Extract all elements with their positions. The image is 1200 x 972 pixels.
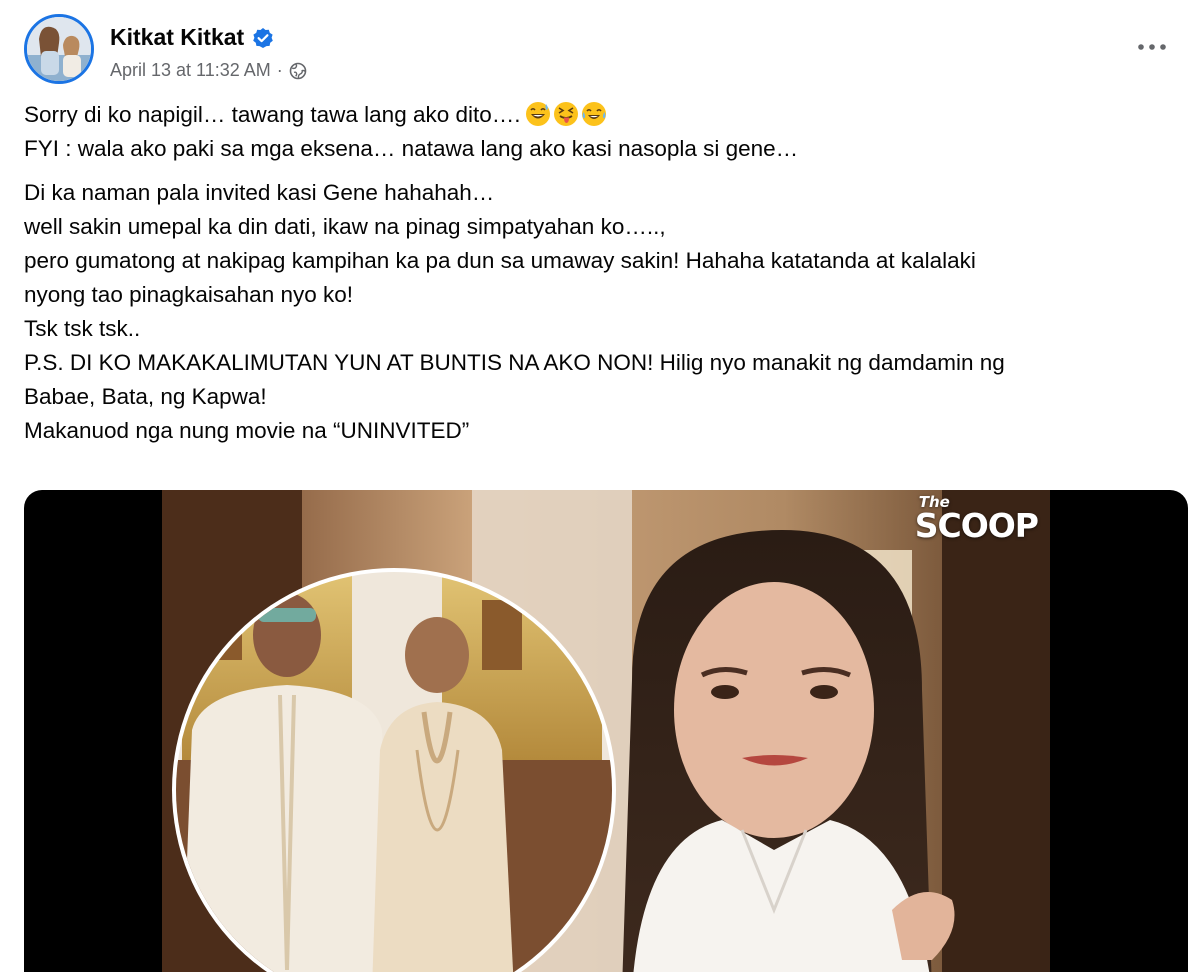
grinning-sweat-emoji-icon [525,102,550,126]
emoji-group [525,101,607,127]
message-line: P.S. DI KO MAKAKALIMUTAN YUN AT BUNTIS N… [24,350,1005,375]
message-line: Babae, Bata, ng Kapwa! [24,384,267,409]
message-line: well sakin umepal ka din dati, ikaw na p… [24,214,666,239]
post-timestamp[interactable]: April 13 at 11:32 AM [110,60,271,81]
message-line: FYI : wala ako paki sa mga eksena… nataw… [24,136,799,161]
message-paragraph: Di ka naman pala invited kasi Gene hahah… [24,176,1174,448]
message-line-text: Sorry di ko napigil… tawang tawa lang ak… [24,102,521,127]
meta-separator: · [276,60,283,80]
more-options-icon [1138,44,1166,50]
message-line: Sorry di ko napigil… tawang tawa lang ak… [24,98,1174,132]
post-video[interactable]: The SCOOP [24,490,1188,972]
post-message: Sorry di ko napigil… tawang tawa lang ak… [24,98,1174,458]
globe-icon[interactable] [289,62,307,80]
tears-of-joy-emoji-icon [581,102,606,126]
author-row: Kitkat Kitkat [110,24,274,51]
post-meta: April 13 at 11:32 AM · [110,60,307,81]
message-line: Di ka naman pala invited kasi Gene hahah… [24,180,495,205]
more-options-button[interactable] [1132,32,1172,62]
squinting-tongue-emoji-icon [553,102,578,126]
logo-big-text: SCOOP [914,506,1039,545]
facebook-post: Kitkat Kitkat April 13 at 11:32 AM · Sor… [0,0,1200,972]
the-scoop-logo: The SCOOP [914,494,1039,545]
message-line: pero gumatong at nakipag kampihan ka pa … [24,248,976,273]
message-paragraph: Sorry di ko napigil… tawang tawa lang ak… [24,98,1174,166]
message-line: Tsk tsk tsk.. [24,316,141,341]
post-header: Kitkat Kitkat April 13 at 11:32 AM · [24,14,1176,86]
verified-badge-icon [252,27,274,49]
author-name[interactable]: Kitkat Kitkat [110,24,244,51]
avatar[interactable] [24,14,94,84]
video-thumbnail [162,490,1050,972]
message-line: nyong tao pinagkaisahan nyo ko! [24,282,353,307]
message-line: Makanuod nga nung movie na “UNINVITED” [24,418,470,443]
avatar-photo [27,17,91,81]
video-frame: The SCOOP [162,490,1050,972]
